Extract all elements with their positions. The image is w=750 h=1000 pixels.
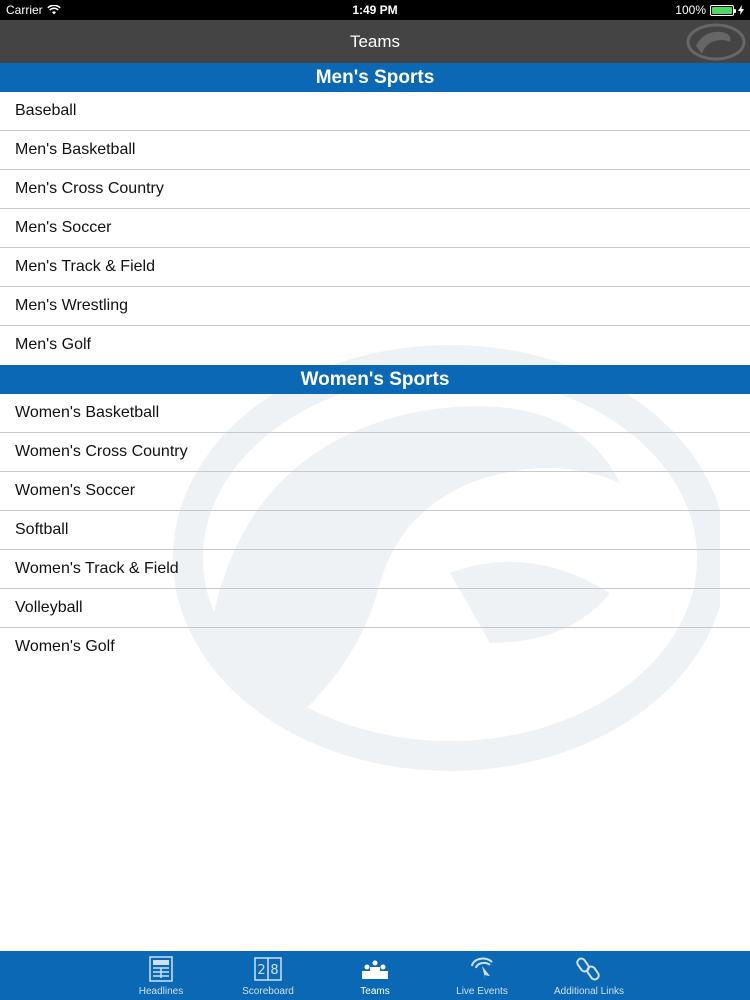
team-row-baseball[interactable]: Baseball [0,92,750,131]
team-row-mens-wrestling[interactable]: Men's Wrestling [0,287,750,326]
podium-icon [360,955,390,983]
links-icon [574,955,604,983]
team-row-mens-cross-country[interactable]: Men's Cross Country [0,170,750,209]
battery-percent: 100% [675,3,706,17]
team-row-volleyball[interactable]: Volleyball [0,589,750,628]
tab-scoreboard[interactable]: 2 8 Scoreboard [215,951,322,1000]
tab-live-events-label: Live Events [456,986,508,997]
tab-bar: Headlines 2 8 Scoreboard Teams Live Even… [0,951,750,1000]
mascot-logo-icon [686,23,746,61]
team-row-mens-golf[interactable]: Men's Golf [0,326,750,365]
team-row-womens-soccer[interactable]: Women's Soccer [0,472,750,511]
team-row-womens-track-field[interactable]: Women's Track & Field [0,550,750,589]
team-row-mens-soccer[interactable]: Men's Soccer [0,209,750,248]
tab-additional-links-label: Additional Links [553,986,625,997]
tab-headlines[interactable]: Headlines [108,951,215,1000]
section-mens-sports: Men's Sports Baseball Men's Basketball M… [0,63,750,365]
status-bar: Carrier 1:49 PM 100% [0,0,750,20]
status-right: 100% [675,3,744,17]
teams-list[interactable]: Men's Sports Baseball Men's Basketball M… [0,63,750,951]
svg-text:8: 8 [270,963,278,978]
section-header-womens: Women's Sports [0,365,750,394]
charging-bolt-icon [738,5,744,15]
tab-headlines-label: Headlines [138,986,184,997]
live-events-icon [467,955,497,983]
team-row-womens-golf[interactable]: Women's Golf [0,628,750,667]
page-title: Teams [349,32,401,51]
team-row-mens-track-field[interactable]: Men's Track & Field [0,248,750,287]
section-womens-sports: Women's Sports Women's Basketball Women'… [0,365,750,667]
team-row-softball[interactable]: Softball [0,511,750,550]
tab-additional-links[interactable]: Additional Links [536,951,643,1000]
team-row-womens-cross-country[interactable]: Women's Cross Country [0,433,750,472]
svg-text:2: 2 [257,963,265,978]
status-time: 1:49 PM [352,3,398,17]
scoreboard-icon: 2 8 [253,955,283,983]
navigation-bar: Teams [0,20,750,63]
section-header-mens: Men's Sports [0,63,750,92]
tab-live-events[interactable]: Live Events [429,951,536,1000]
team-row-womens-basketball[interactable]: Women's Basketball [0,394,750,433]
team-row-mens-basketball[interactable]: Men's Basketball [0,131,750,170]
tab-teams[interactable]: Teams [322,951,429,1000]
tab-teams-label: Teams [360,986,390,997]
newspaper-icon [146,955,176,983]
tab-scoreboard-label: Scoreboard [242,986,294,997]
battery-icon [710,4,736,16]
